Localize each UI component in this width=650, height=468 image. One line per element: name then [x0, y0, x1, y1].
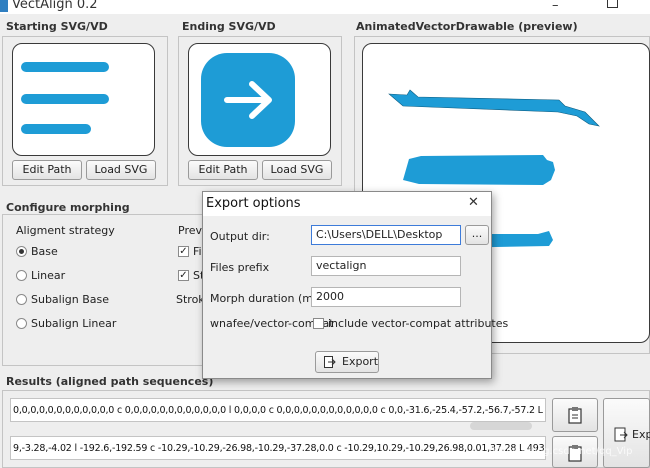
dialog-close-button[interactable]: ✕ — [468, 195, 479, 210]
title-bar: VectAlign 0.2 – — [0, 0, 650, 14]
animated-panel-label: AnimatedVectorDrawable (preview) — [356, 20, 578, 33]
compat-checkbox-label: include vector-compat attributes — [328, 317, 509, 330]
radio-subalign-linear[interactable] — [16, 318, 27, 329]
start-load-svg-button[interactable]: Load SVG — [86, 160, 156, 180]
line-2-shape — [21, 94, 109, 104]
side-export-label: Expo — [632, 428, 650, 441]
starting-panel: Starting SVG/VD Edit Path Load SVG — [0, 16, 170, 188]
watermark: https://blog.csdn.net/qq_Vip — [492, 446, 633, 457]
fill-checkbox[interactable]: ✓ — [178, 246, 189, 257]
end-edit-path-button[interactable]: Edit Path — [188, 160, 258, 180]
maximize-button[interactable] — [607, 0, 618, 8]
radio-linear[interactable] — [16, 270, 27, 281]
export-icon — [614, 427, 628, 442]
strategy-label: Aligment strategy — [16, 224, 115, 237]
radio-base[interactable] — [16, 246, 27, 257]
side-export-button[interactable]: Expo — [603, 398, 650, 468]
duration-label: Morph duration (ms): — [210, 292, 327, 305]
radio-subalign-base[interactable] — [16, 294, 27, 305]
stroke-checkbox[interactable]: ✓ — [178, 270, 189, 281]
ending-preview — [188, 43, 331, 156]
radio-linear-label: Linear — [31, 269, 66, 282]
compat-checkbox[interactable] — [313, 318, 324, 329]
sequence-1-scrollbar[interactable] — [470, 422, 532, 430]
copy-sequence-1-button[interactable] — [552, 398, 598, 432]
line-1-shape — [21, 62, 109, 72]
start-edit-path-button[interactable]: Edit Path — [12, 160, 82, 180]
radio-base-label: Base — [31, 245, 58, 258]
starting-preview — [12, 43, 155, 156]
export-icon — [324, 356, 336, 368]
radio-subalign-linear-label: Subalign Linear — [31, 317, 117, 330]
dialog-title: Export options — [206, 196, 301, 211]
app-icon — [0, 0, 8, 12]
output-dir-label: Output dir: — [210, 230, 270, 243]
dialog-body: Output dir: C:\Users\DELL\Desktop ... Fi… — [203, 216, 508, 378]
window-title: VectAlign 0.2 — [12, 0, 98, 12]
prefix-label: Files prefix — [210, 261, 270, 274]
sequence-2[interactable]: 9,-3.28,-4.02 l -192.6,-192.59 c -10.29,… — [10, 436, 546, 460]
duration-input[interactable]: 2000 — [311, 287, 461, 307]
configure-label: Configure morphing — [6, 201, 130, 214]
clipboard-icon — [568, 407, 582, 424]
preview-label: Previ — [178, 224, 206, 237]
sequence-1[interactable]: 0,0,0,0,0,0,0,0,0,0,0,0 c 0,0,0,0,0,0,0,… — [10, 398, 546, 422]
results-label: Results (aligned path sequences) — [6, 375, 214, 388]
output-dir-input[interactable]: C:\Users\DELL\Desktop — [311, 225, 461, 245]
end-load-svg-button[interactable]: Load SVG — [262, 160, 332, 180]
minimize-button[interactable]: – — [552, 0, 559, 13]
starting-panel-label: Starting SVG/VD — [6, 20, 108, 33]
arrow-icon — [201, 53, 295, 147]
export-dialog: Export options ✕ Output dir: C:\Users\DE… — [202, 191, 508, 379]
export-button-label: Export — [342, 355, 379, 368]
fill-checkbox-label: Fi — [193, 245, 202, 258]
radio-subalign-base-label: Subalign Base — [31, 293, 110, 306]
browse-button[interactable]: ... — [465, 225, 489, 245]
prefix-input[interactable]: vectalign — [311, 256, 461, 276]
ending-panel: Ending SVG/VD Edit Path Load SVG — [176, 16, 346, 188]
line-3-shape — [21, 124, 91, 134]
export-button[interactable]: Export — [315, 351, 379, 373]
ending-panel-label: Ending SVG/VD — [182, 20, 276, 33]
